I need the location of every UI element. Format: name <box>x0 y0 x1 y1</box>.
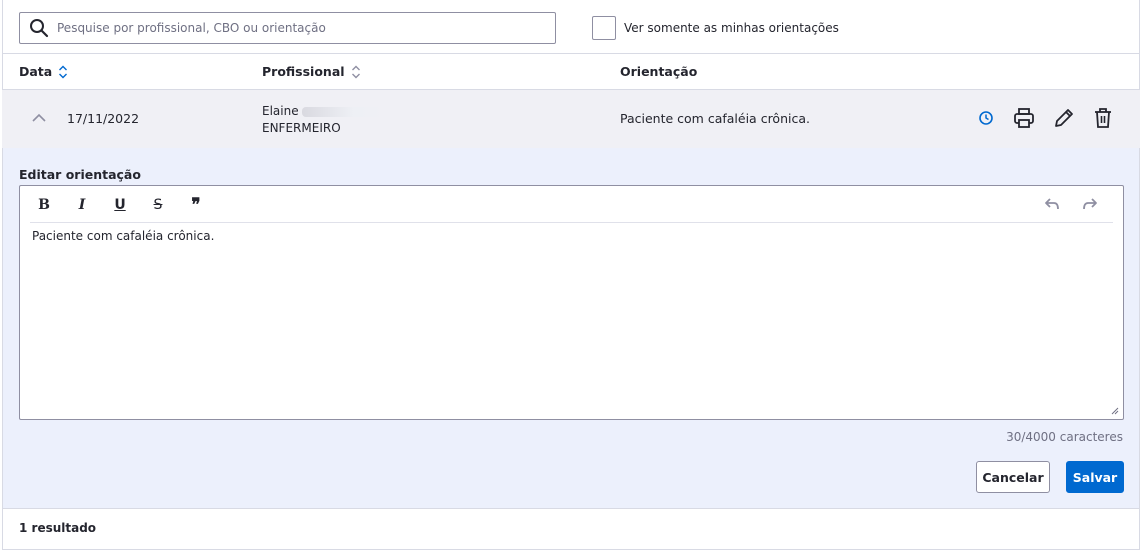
character-counter: 30/4000 caracteres <box>1006 430 1123 444</box>
table-row[interactable]: 17/11/2022 Elaine ENFERMEIRO Paciente co… <box>2 90 1140 148</box>
column-header-orientacao: Orientação <box>620 64 697 79</box>
trash-icon[interactable] <box>1093 107 1113 129</box>
print-icon[interactable] <box>1013 107 1035 129</box>
sort-active-icon[interactable] <box>58 65 68 79</box>
redacted-surname <box>301 106 388 117</box>
professional-role: ENFERMEIRO <box>262 121 341 135</box>
save-button[interactable]: Salvar <box>1066 461 1124 493</box>
column-header-data[interactable]: Data <box>19 64 68 79</box>
row-professional: Elaine ENFERMEIRO <box>262 103 388 137</box>
chevron-up-icon[interactable] <box>31 112 47 124</box>
editor-toolbar: B I U S ❞ <box>30 186 1113 223</box>
search-field[interactable] <box>19 12 556 44</box>
column-label-data: Data <box>19 64 53 79</box>
underline-button[interactable]: U <box>110 196 130 214</box>
my-orientations-label: Ver somente as minhas orientações <box>624 21 839 35</box>
search-icon <box>30 19 49 38</box>
my-orientations-checkbox[interactable] <box>592 16 616 40</box>
search-input[interactable] <box>57 21 537 35</box>
pencil-icon[interactable] <box>1053 107 1075 129</box>
strikethrough-button[interactable]: S <box>148 196 168 214</box>
column-header-profissional[interactable]: Profissional <box>262 64 361 79</box>
undo-icon[interactable] <box>1044 197 1060 211</box>
redo-icon[interactable] <box>1082 197 1098 211</box>
resize-handle-icon[interactable] <box>1111 407 1119 415</box>
table-header: Data Profissional Orientação <box>2 53 1140 90</box>
edit-orientation-label: Editar orientação <box>19 167 141 182</box>
quote-button[interactable]: ❞ <box>186 195 206 215</box>
result-count: 1 resultado <box>19 521 97 535</box>
cancel-button[interactable]: Cancelar <box>976 461 1050 493</box>
bold-button[interactable]: B <box>34 196 54 214</box>
rich-text-editor[interactable]: B I U S ❞ Paciente com cafaléia crônica. <box>19 185 1124 420</box>
sort-icon[interactable] <box>351 65 361 79</box>
row-date: 17/11/2022 <box>67 111 140 126</box>
row-orientation: Paciente com cafaléia crônica. <box>620 111 810 126</box>
my-orientations-filter[interactable]: Ver somente as minhas orientações <box>592 16 839 40</box>
italic-button[interactable]: I <box>72 196 92 214</box>
history-icon[interactable] <box>978 110 994 126</box>
professional-name: Elaine <box>262 104 299 118</box>
column-label-orientacao: Orientação <box>620 64 698 79</box>
edit-orientation-section: Editar orientação B I U S ❞ Paciente com… <box>3 148 1139 509</box>
column-label-profissional: Profissional <box>262 64 345 79</box>
editor-content[interactable]: Paciente com cafaléia crônica. <box>32 229 214 243</box>
